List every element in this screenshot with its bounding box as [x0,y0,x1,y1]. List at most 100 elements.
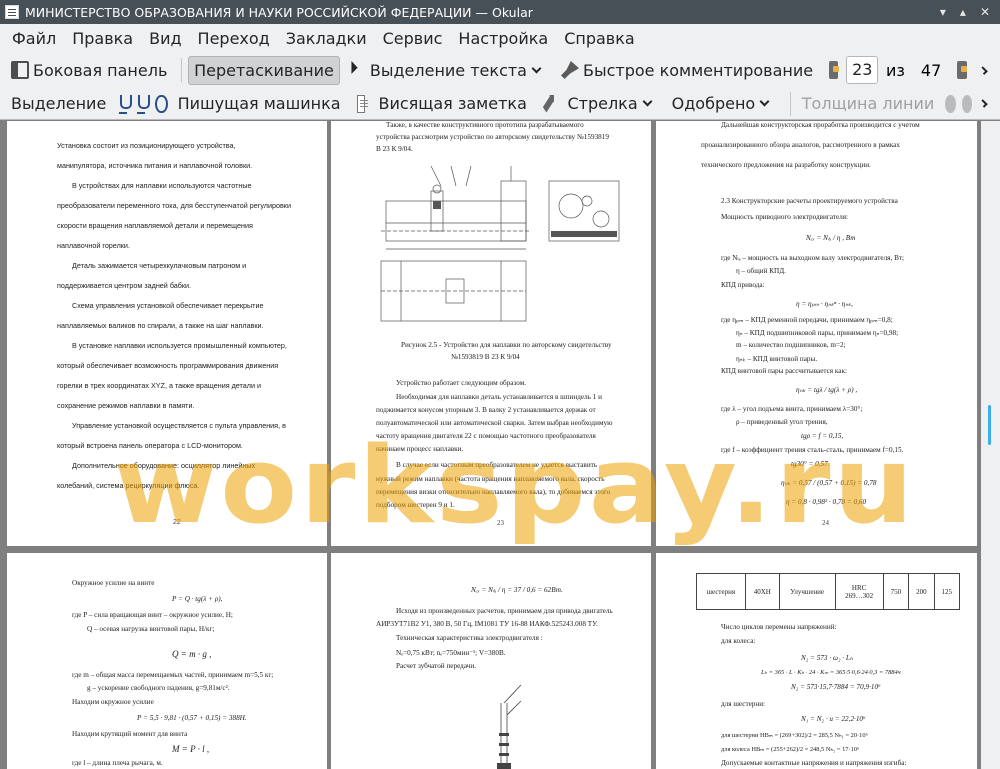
arrow-icon [542,94,555,113]
close-button[interactable]: ✕ [980,5,990,19]
text-line: подбором шестерен 9 и 1. [376,501,455,509]
text-line: Nₑ=0,75 кВт; nₑ=750мин⁻¹; V=380В. [396,649,506,657]
page-22: Установка состоит из позиционирующего ус… [7,121,327,546]
text-line: Установка состоит из позиционирующего ус… [57,141,236,150]
color-icon[interactable] [945,94,956,113]
text-line: который обеспечивает возможность програм… [57,361,279,370]
formula: P = Q · tg(λ + ρ), [172,595,223,603]
text-line: Окружное усилие на винте [72,579,155,587]
text-line: Допускаемые контактные напряжения и напр… [721,759,907,767]
main-toolbar: Боковая панель Перетаскивание Выделение … [0,52,1000,88]
text-line: КПД привода: [721,281,765,289]
line-width-button[interactable]: Толщина линии [797,90,940,117]
formula: ηₙₖ = 0,57 / (0,57 + 0,15) = 0,78 [781,479,877,487]
quick-comment-button[interactable]: Быстрое комментирование [556,57,818,84]
underline-icon[interactable] [119,94,133,114]
text-line: Устройство работает следующим образом. [396,379,527,387]
text-line: устройства рассмотрим устройство по авто… [376,133,609,141]
formula: N₂ = 573·15,7·7884 = 70,9·10⁶ [791,683,881,691]
formula: tg30° = 0,57. [791,460,830,468]
text-line: где Nₗₐ – мощность на выходном валу элек… [721,254,905,262]
chevron-down-icon[interactable] [531,63,542,73]
page-number-input[interactable]: 23 [846,56,878,84]
text-line: КПД винтовой пары рассчитывается как: [721,367,847,375]
menu-settings[interactable]: Настройка [458,29,548,48]
table-cell: 40ХН [744,573,780,610]
opacity-icon[interactable] [961,94,973,113]
total-pages: 47 [920,60,942,80]
text-line: Также, в качестве конструктивного протот… [386,121,584,129]
gear-drawing [497,684,522,769]
text-line: Схема управления установкой обеспечивает… [72,301,264,310]
figure-caption: Рисунок 2.5 - Устройство для наплавки по… [401,341,612,349]
page-26: Nₑₓ = Nₗₐ / η = 37 / 0,6 = 62Вт. Исходя … [331,553,651,769]
toolbar-overflow-icon[interactable] [978,65,988,75]
toolbar-overflow-icon[interactable] [979,99,988,108]
text-line: полуавтоматической или автоматической св… [376,419,613,427]
squiggly-underline-icon[interactable] [137,94,151,114]
text-line: поджимается конусом упорным 3. В валку 2… [376,406,596,414]
chevron-down-icon[interactable] [642,96,653,107]
figure-caption: №1593819 В 23 К 9/04 [451,353,520,361]
text-line: Находим крутящий момент для винта [72,730,188,738]
popup-note-button[interactable]: Висящая заметка [373,90,531,117]
drag-mode-button[interactable]: Перетаскивание [188,55,340,85]
previous-page-icon[interactable] [829,61,840,79]
text-line: Мощность приводного электродвигателя: [721,213,849,221]
menu-tools[interactable]: Сервис [383,29,443,48]
text-line: η – общий КПД. [736,267,786,275]
vertical-scrollbar[interactable] [981,121,1000,769]
menu-edit[interactable]: Правка [72,29,133,48]
text-line: Число циклов перемены напряжений: [721,623,837,631]
page-27: шестерня 40ХН Улучшение HRC 269…302 750 2… [656,553,977,769]
text-line: В установке наплавки используется промыш… [72,341,287,350]
minimize-button[interactable]: ▾ [940,5,946,19]
text-select-button[interactable]: Выделение текста [343,57,553,84]
maximize-button[interactable]: ▴ [960,5,966,19]
text-line: для колеса: [721,637,756,645]
text-line: преобразователи переменного тока, для бе… [57,201,291,210]
okular-app-icon [5,5,19,19]
text-line: Q – осевая нагрузка винтовой пары, Н/кг; [87,625,215,633]
menu-file[interactable]: Файл [12,29,56,48]
text-line: Необходимая для наплавки деталь устанавл… [396,393,602,401]
cursor-icon [351,61,363,79]
text-line: где P – сила вращающая винт – окружное у… [72,611,233,619]
menu-bookmarks[interactable]: Закладки [286,29,367,48]
window-title: МИНИСТЕРСТВО ОБРАЗОВАНИЯ И НАУКИ РОССИЙС… [25,4,533,20]
menu-bar: Файл Правка Вид Переход Закладки Сервис … [0,24,1000,52]
approved-stamp-button[interactable]: Одобрено [667,90,782,117]
text-line: АИР3УТ71В2 У1, 380 В, 50 Гц, IM1081 ТУ 1… [376,620,598,628]
menu-go[interactable]: Переход [198,29,270,48]
text-line: наплавочной горелки. [57,241,130,250]
text-line: Управление установкой осуществляется с п… [72,421,286,430]
page-number: 24 [822,519,829,527]
formula: N₂ = 573 · ω₂ · Lₕ [801,654,853,662]
menu-help[interactable]: Справка [564,29,635,48]
document-viewport[interactable]: Установка состоит из позиционирующего ус… [0,121,1000,769]
stamp-icon[interactable] [155,94,168,113]
text-line: Исходя из произведенных расчетов, приним… [396,607,613,615]
table-cell: 200 [908,573,935,610]
text-line: Расчет зубчатой передачи. [396,662,476,670]
chevron-down-icon[interactable] [759,96,770,107]
text-line: горелки в трех координатах XYZ, а также … [57,381,261,390]
sidebar-button[interactable]: Боковая панель [6,57,172,84]
formula: η = 0,8 · 0,98² · 0,78 = 0,60 [786,498,867,506]
text-line: g – ускорение свободного падения, g=9,81… [87,684,230,692]
formula: Lₕ = 365 · L · Kₕ · 24 · Kₘ = 365·5·0,6·… [761,669,901,676]
formula: Nₑₓ = Nₗₐ / η , Вт [806,234,856,242]
page-25: Окружное усилие на винте P = Q · tg(λ + … [7,553,327,769]
table-cell: HRC 269…302 [834,573,884,610]
text-line: колебаний, система рециркуляции флюса. [57,481,200,490]
typewriter-button[interactable]: Пишущая машинка [173,90,346,117]
next-page-icon[interactable] [957,61,968,79]
text-line: Находим окружное усилие [72,698,154,706]
text-line: который встроена панель оператора с LCD-… [57,441,243,450]
menu-view[interactable]: Вид [149,29,181,48]
text-line: 2.3 Конструкторские расчеты проектируемо… [721,197,898,205]
scrollbar-thumb[interactable] [988,405,991,445]
arrow-button[interactable]: Стрелка [562,90,663,117]
highlight-select-button[interactable]: Выделение [6,90,111,117]
table-cell: шестерня [696,573,746,610]
